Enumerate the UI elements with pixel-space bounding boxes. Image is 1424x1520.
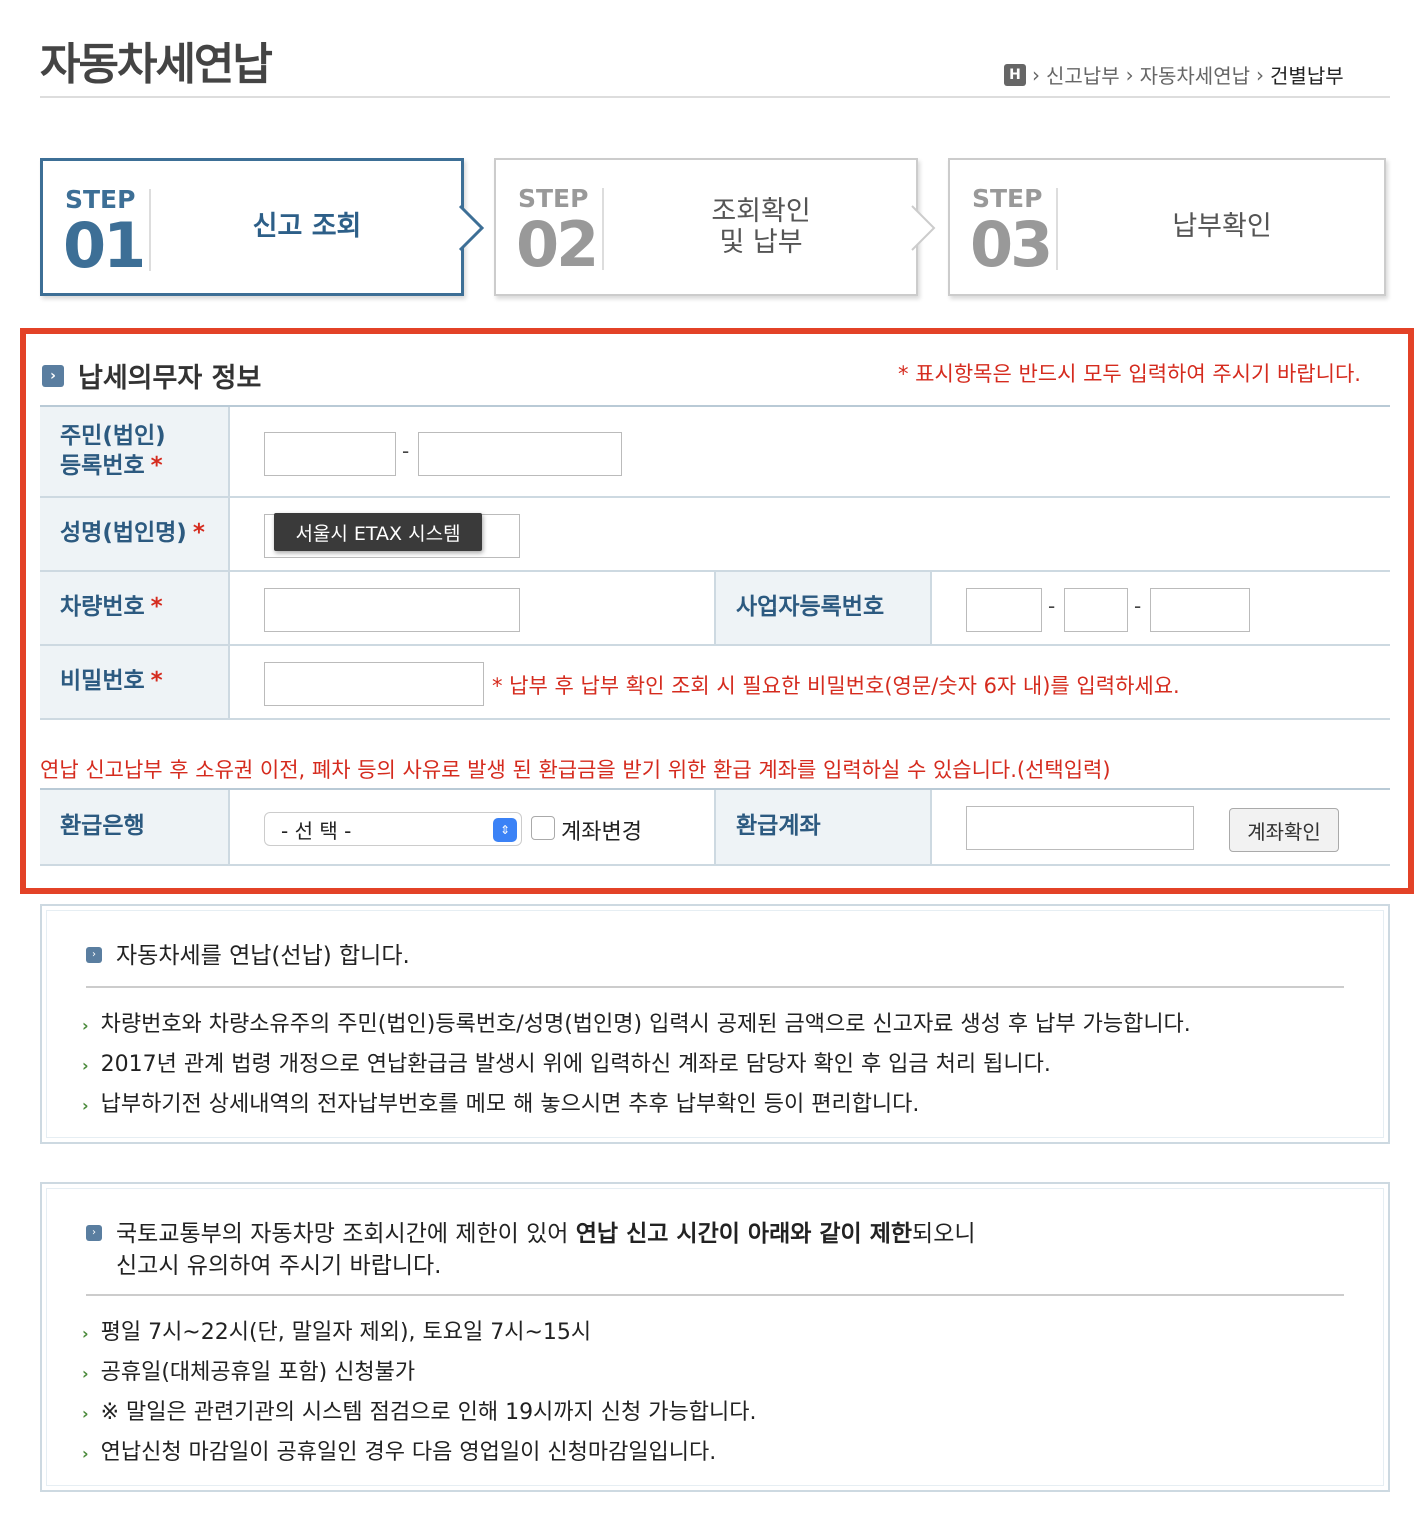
page-title: 자동차세연납 [40,39,273,90]
info-heading: › 국토교통부의 자동차망 조회시간에 제한이 있어 연납 신고 시간이 아래와… [86,1218,976,1282]
biz-label: 사업자등록번호 [714,572,932,644]
rrn-label: 주민(법인) 등록번호 * [40,407,230,496]
list-item: › 공휴일(대체공휴일 포함) 신청불가 [82,1360,416,1385]
step-number: 03 [970,208,1053,281]
step-text: 납부확인 [1172,211,1272,243]
biz-number-1-input[interactable] [966,588,1042,632]
step-2: STEP 02 조회확인 및 납부 [494,158,918,296]
breadcrumb: H › 신고납부 › 자동차세연납 › 건별납부 [1004,60,1344,89]
tooltip: 서울시 ETAX 시스템 [274,513,482,551]
step-3: STEP 03 납부확인 [948,158,1386,296]
bullet-arrow-icon: › [82,1096,89,1115]
car-number-input[interactable] [264,588,520,632]
dash: - [402,439,410,463]
list-item: › 차량번호와 차량소유주의 주민(법인)등록번호/성명(법인명) 입력시 공제된… [82,1012,1191,1037]
step-arrow-icon [458,204,485,252]
arrow-square-icon: › [86,1225,102,1241]
biz-number-2-input[interactable] [1064,588,1128,632]
home-icon[interactable]: H [1004,63,1026,86]
step-number: 02 [516,208,599,281]
bullet-arrow-icon: › [82,1324,89,1343]
password-input[interactable] [264,662,484,706]
info-heading: › 자동차세를 연납(선납) 합니다. [86,940,410,972]
password-note: * 납부 후 납부 확인 조회 시 필요한 비밀번호(영문/숫자 6자 내)를 … [492,674,1180,698]
step-divider [602,188,604,270]
name-label: 성명(법인명) * [40,498,230,570]
breadcrumb-item[interactable]: 신고납부 [1046,60,1120,89]
required-note: * 표시항목은 반드시 모두 입력하여 주시기 바랍니다. [898,362,1361,386]
bullet-arrow-icon: › [82,1444,89,1463]
step-number: 01 [63,209,146,282]
breadcrumb-current: 건별납부 [1270,64,1344,88]
rrn-back-input[interactable] [418,432,622,476]
section-title: › 납세의무자 정보 [42,356,261,395]
car-label: 차량번호 * [40,572,230,644]
step-1: STEP 01 신고 조회 [40,158,464,296]
step-divider [1056,188,1058,270]
dash: - [1048,594,1056,618]
chevron-right-icon: › [1256,62,1265,87]
account-verify-button[interactable]: 계좌확인 [1229,808,1339,852]
bullet-arrow-icon: › [82,1404,89,1423]
account-change-checkbox[interactable] [531,816,555,840]
chevron-right-icon: › [1125,62,1134,87]
list-item: › 납부하기전 상세내역의 전자납부번호를 메모 해 놓으시면 추후 납부확인 등… [82,1092,920,1117]
biz-number-3-input[interactable] [1150,588,1250,632]
info-box-time-limit: › 국토교통부의 자동차망 조회시간에 제한이 있어 연납 신고 시간이 아래와… [40,1182,1390,1492]
divider [86,986,1344,988]
account-label: 환급계좌 [714,790,932,864]
title-divider [40,96,1390,98]
list-item: › 2017년 관계 법령 개정으로 연납환급금 발생시 위에 입력하신 계좌로 … [82,1052,1051,1077]
breadcrumb-item[interactable]: 자동차세연납 [1140,60,1250,89]
arrow-square-icon: › [86,947,102,963]
divider [86,1294,1344,1296]
refund-note: 연납 신고납부 후 소유권 이전, 폐차 등의 사유로 발생 된 환급금을 받기… [40,758,1111,782]
rrn-front-input[interactable] [264,432,396,476]
row-refund: 환급은행 환급계좌 [40,790,1390,866]
step-text: 조회확인 및 납부 [711,195,811,258]
account-change-label[interactable]: 계좌변경 [561,814,642,846]
bullet-arrow-icon: › [82,1016,89,1035]
dash: - [1134,594,1142,618]
step-text: 신고 조회 [252,211,362,243]
refund-account-input[interactable] [966,806,1194,850]
select-arrows-icon: ⇕ [493,818,517,842]
row-name: 성명(법인명) * [40,498,1390,572]
info-box-prepay: › 자동차세를 연납(선납) 합니다. › 차량번호와 차량소유주의 주민(법인)… [40,904,1390,1144]
bullet-arrow-icon: › [82,1056,89,1075]
list-item: › 연납신청 마감일이 공휴일인 경우 다음 영업일이 신청마감일입니다. [82,1440,717,1465]
list-item: › 평일 7시~22시(단, 말일자 제외), 토요일 7시~15시 [82,1320,592,1345]
password-label: 비밀번호 * [40,646,230,718]
step-arrow-icon [911,205,936,251]
chevron-right-icon: › [1032,62,1040,87]
bank-select[interactable]: - 선 택 - ⇕ [264,812,522,846]
row-rrn: 주민(법인) 등록번호 * - [40,407,1390,498]
step-divider [149,189,151,271]
row-car: 차량번호 * 사업자등록번호 - - [40,572,1390,646]
arrow-square-icon: › [42,364,64,387]
bullet-arrow-icon: › [82,1364,89,1383]
list-item: › ※ 말일은 관련기관의 시스템 점검으로 인해 19시까지 신청 가능합니다. [82,1400,757,1425]
bank-label: 환급은행 [40,790,230,864]
